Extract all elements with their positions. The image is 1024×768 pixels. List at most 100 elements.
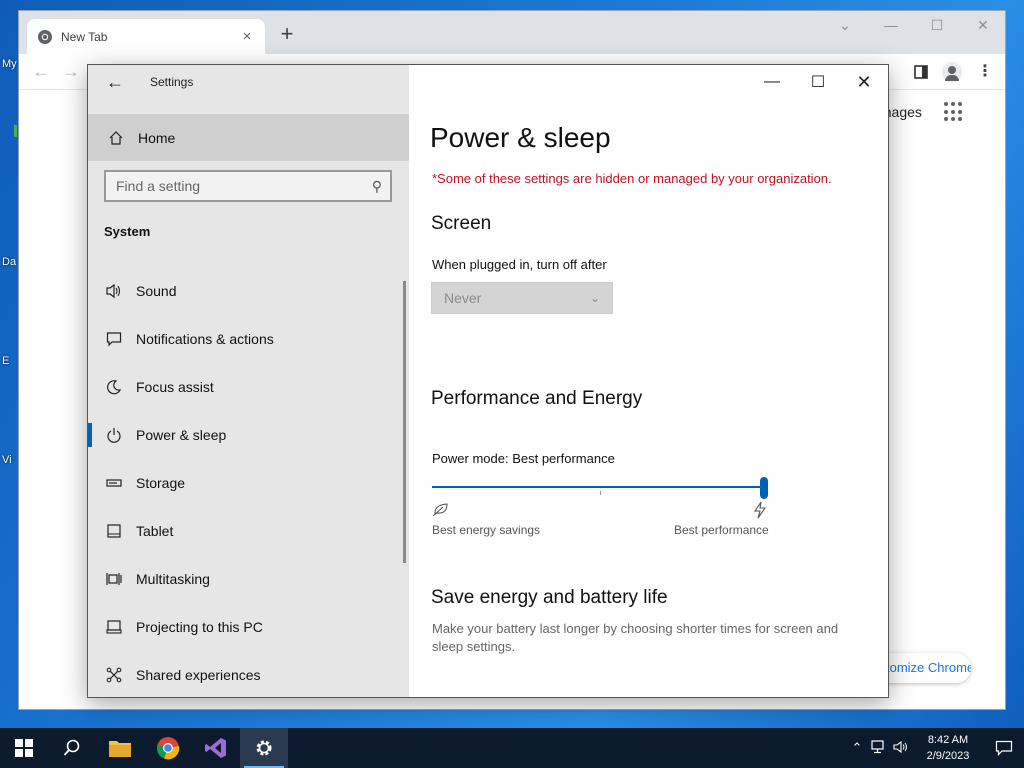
power-icon — [104, 425, 124, 445]
sidebar-item-focus-assist[interactable]: Focus assist — [88, 363, 409, 411]
settings-taskbar-button[interactable] — [240, 728, 288, 768]
sidebar-item-storage[interactable]: Storage — [88, 459, 409, 507]
settings-titlebar: ← Settings — [88, 65, 409, 99]
desktop-icon-label[interactable]: Da — [2, 256, 16, 268]
close-tab-icon[interactable]: × — [239, 28, 255, 45]
sidebar-item-projecting[interactable]: Projecting to this PC — [88, 603, 409, 651]
chrome-tab-title: New Tab — [61, 29, 108, 44]
action-center-icon[interactable] — [984, 728, 1024, 768]
settings-window: ← Settings Home ⚲ System Sound — [87, 64, 889, 698]
lightning-icon — [753, 501, 767, 519]
sidebar-item-label: Projecting to this PC — [136, 619, 263, 635]
maximize-icon[interactable]: ☐ — [925, 17, 949, 34]
dropdown-value: Never — [444, 290, 482, 306]
chrome-tab-new-tab[interactable]: New Tab × — [27, 19, 265, 54]
chevron-up-icon[interactable]: ⌃ — [846, 740, 868, 756]
sidebar-item-label: Shared experiences — [136, 667, 261, 683]
slider-min-label: Best energy savings — [432, 523, 541, 537]
managed-warning: *Some of these settings are hidden or ma… — [432, 171, 832, 186]
close-window-icon[interactable]: ✕ — [971, 17, 995, 34]
sidebar-scrollbar[interactable] — [403, 281, 406, 563]
sidebar-item-tablet[interactable]: Tablet — [88, 507, 409, 555]
profile-icon[interactable] — [940, 60, 964, 84]
leaf-icon — [432, 503, 448, 517]
sidebar-item-label: Notifications & actions — [136, 331, 274, 347]
search-input[interactable] — [116, 178, 372, 194]
tablet-icon — [104, 521, 124, 541]
desktop-icon-label[interactable]: Vi — [2, 454, 12, 466]
app-title: Settings — [150, 75, 194, 89]
gear-icon — [256, 740, 272, 756]
sidebar-item-label: Home — [138, 129, 176, 146]
search-icon — [63, 739, 80, 756]
clock[interactable]: 8:42 AM 2/9/2023 — [912, 732, 984, 764]
back-arrow-icon[interactable]: ← — [104, 71, 126, 93]
file-explorer-button[interactable] — [96, 728, 144, 768]
search-field[interactable]: ⚲ — [104, 170, 392, 202]
save-energy-description: Make your battery last longer by choosin… — [432, 621, 839, 654]
side-panel-icon[interactable] — [909, 60, 933, 84]
slider-thumb[interactable] — [760, 477, 768, 499]
chrome-icon — [157, 737, 180, 760]
speaker-icon — [104, 281, 124, 301]
minimize-icon[interactable]: — — [749, 65, 795, 99]
sidebar-item-notifications[interactable]: Notifications & actions — [88, 315, 409, 363]
slider-fill — [432, 486, 768, 488]
slider-max-label: Best performance — [674, 523, 769, 537]
forward-arrow-icon[interactable]: → — [59, 60, 83, 84]
sidebar-nav-list: Sound Notifications & actions Focus assi… — [88, 267, 409, 697]
clock-time: 8:42 AM — [927, 734, 969, 746]
screen-timeout-dropdown[interactable]: Never ⌄ — [431, 282, 613, 314]
system-tray: ⌃ 8:42 AM 2/9/2023 — [846, 728, 1024, 768]
close-icon[interactable]: ✕ — [841, 65, 887, 99]
start-button[interactable] — [0, 728, 48, 768]
visual-studio-button[interactable] — [192, 728, 240, 768]
google-apps-icon[interactable] — [944, 102, 964, 122]
new-tab-button[interactable]: + — [275, 23, 299, 47]
multitasking-icon — [104, 569, 124, 589]
performance-heading: Performance and Energy — [431, 388, 643, 409]
back-arrow-icon[interactable]: ← — [29, 60, 53, 84]
sidebar-item-multitasking[interactable]: Multitasking — [88, 555, 409, 603]
folder-icon — [109, 741, 131, 757]
settings-content: — ☐ ✕ Power & sleep *Some of these setti… — [409, 65, 888, 697]
sidebar-item-home[interactable]: Home — [88, 114, 409, 161]
home-icon — [106, 128, 126, 148]
shared-icon — [104, 665, 124, 685]
sidebar-item-power-sleep[interactable]: Power & sleep — [88, 411, 409, 459]
chevron-down-icon: ⌄ — [589, 291, 600, 305]
maximize-icon[interactable]: ☐ — [795, 65, 841, 99]
search-icon[interactable]: ⚲ — [372, 178, 382, 195]
chrome-favicon-icon — [38, 29, 52, 44]
desktop-icon-label[interactable]: My — [2, 58, 17, 70]
chrome-tabstrip: New Tab × + ⌄ — ☐ ✕ — [19, 11, 1005, 54]
tab-search-chevron-icon[interactable]: ⌄ — [833, 17, 857, 34]
sidebar-item-label: Multitasking — [136, 571, 210, 587]
chrome-taskbar-button[interactable] — [144, 728, 192, 768]
desktop-icon-label[interactable]: E — [2, 355, 9, 367]
clock-date: 2/9/2023 — [926, 750, 970, 762]
desktop-icon[interactable] — [14, 125, 17, 137]
sidebar-item-label: Power & sleep — [136, 427, 227, 443]
save-energy-heading: Save energy and battery life — [431, 587, 668, 608]
chrome-menu-icon[interactable]: ⋮ — [973, 60, 997, 84]
visual-studio-icon — [205, 738, 226, 758]
sidebar-item-shared-experiences[interactable]: Shared experiences — [88, 651, 409, 697]
storage-icon — [104, 473, 124, 493]
slider-tick — [600, 491, 601, 495]
minimize-icon[interactable]: — — [879, 17, 903, 33]
search-button[interactable] — [48, 728, 96, 768]
notification-icon — [104, 329, 124, 349]
windows-logo-icon — [15, 739, 33, 757]
power-mode-slider[interactable] — [432, 477, 768, 501]
power-mode-label: Power mode: Best performance — [432, 451, 615, 466]
settings-sidebar: ← Settings Home ⚲ System Sound — [88, 65, 409, 697]
volume-icon[interactable] — [890, 740, 912, 757]
sidebar-item-label: Focus assist — [136, 379, 214, 395]
sidebar-item-label: Storage — [136, 475, 186, 491]
screen-heading: Screen — [431, 213, 492, 234]
section-heading-system: System — [104, 224, 151, 239]
network-icon[interactable] — [868, 739, 890, 757]
projecting-icon — [104, 617, 124, 637]
sidebar-item-sound[interactable]: Sound — [88, 267, 409, 315]
